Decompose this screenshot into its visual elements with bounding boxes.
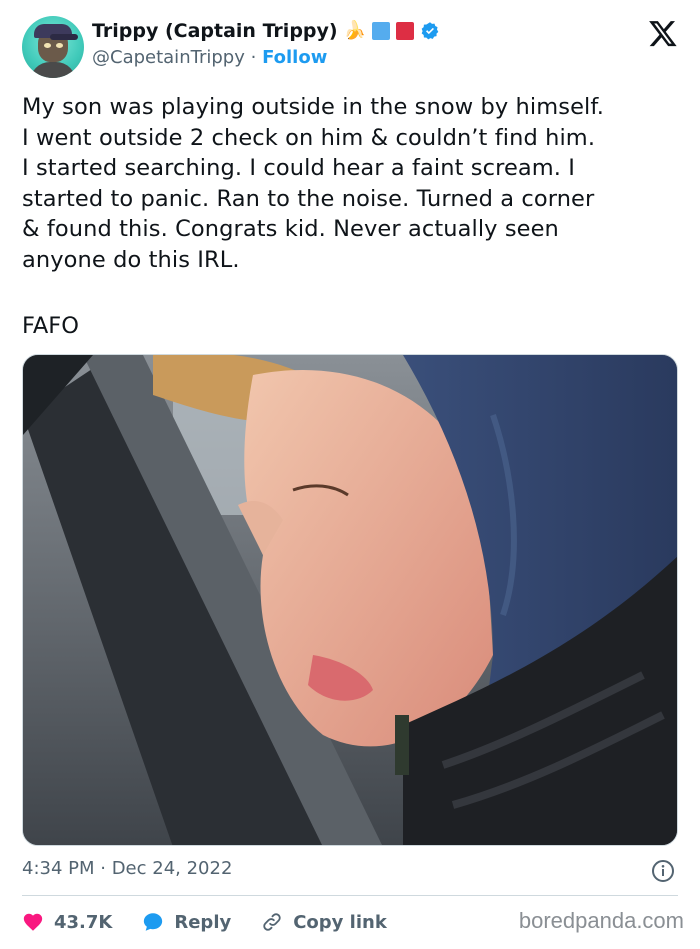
tweet-header: Trippy (Captain Trippy) 🍌 @CapetainTripp…	[22, 14, 682, 78]
action-bar: 43.7K Reply Copy link	[22, 908, 417, 936]
author-display-name[interactable]: Trippy (Captain Trippy)	[92, 20, 338, 42]
banana-emoji-icon: 🍌	[343, 20, 367, 41]
tweet-photo[interactable]	[22, 354, 678, 846]
avatar[interactable]	[22, 16, 84, 78]
red-square-emoji-icon	[396, 22, 415, 40]
reply-bubble-icon	[144, 913, 163, 931]
copy-link-button[interactable]: Copy link	[261, 911, 387, 933]
info-icon[interactable]	[651, 859, 675, 883]
tweet-text-line: My son was playing outside in the snow b…	[22, 94, 605, 120]
reply-button[interactable]: Reply	[142, 911, 231, 933]
tweet-text-line: I started searching. I could hear a fain…	[22, 155, 576, 181]
tweet-text-line: I went outside 2 check on him & couldn’t…	[22, 124, 596, 151]
link-icon	[263, 913, 281, 931]
action-divider	[22, 895, 678, 896]
like-button[interactable]: 43.7K	[22, 911, 112, 933]
x-logo-icon[interactable]	[648, 18, 678, 48]
follow-button[interactable]: Follow	[262, 47, 327, 68]
author-handle[interactable]: @CapetainTrippy	[92, 47, 245, 68]
tweet-timestamp[interactable]: 4:34 PM · Dec 24, 2022	[22, 858, 232, 879]
tweet-body: My son was playing outside in the snow b…	[22, 92, 682, 275]
tweet-text-line: anyone do this IRL.	[22, 246, 240, 273]
boredpanda-watermark: boredpanda.com	[518, 908, 684, 933]
heart-icon	[23, 913, 43, 931]
author-name-row: Trippy (Captain Trippy) 🍌	[92, 20, 440, 42]
verified-badge-icon	[421, 22, 439, 40]
handle-separator: ·	[250, 47, 257, 68]
reply-label: Reply	[174, 911, 232, 933]
tweet-text-line: & found this. Congrats kid. Never actual…	[22, 216, 559, 242]
like-count: 43.7K	[54, 911, 113, 933]
tweet-text-line: started to panic. Ran to the noise. Turn…	[22, 185, 595, 212]
tweet-closing-text: FAFO	[22, 313, 79, 339]
blue-square-emoji-icon	[372, 22, 391, 40]
author-handle-row: @CapetainTrippy · Follow	[92, 47, 327, 68]
copy-link-label: Copy link	[293, 911, 387, 933]
photo-illustration	[23, 355, 677, 845]
